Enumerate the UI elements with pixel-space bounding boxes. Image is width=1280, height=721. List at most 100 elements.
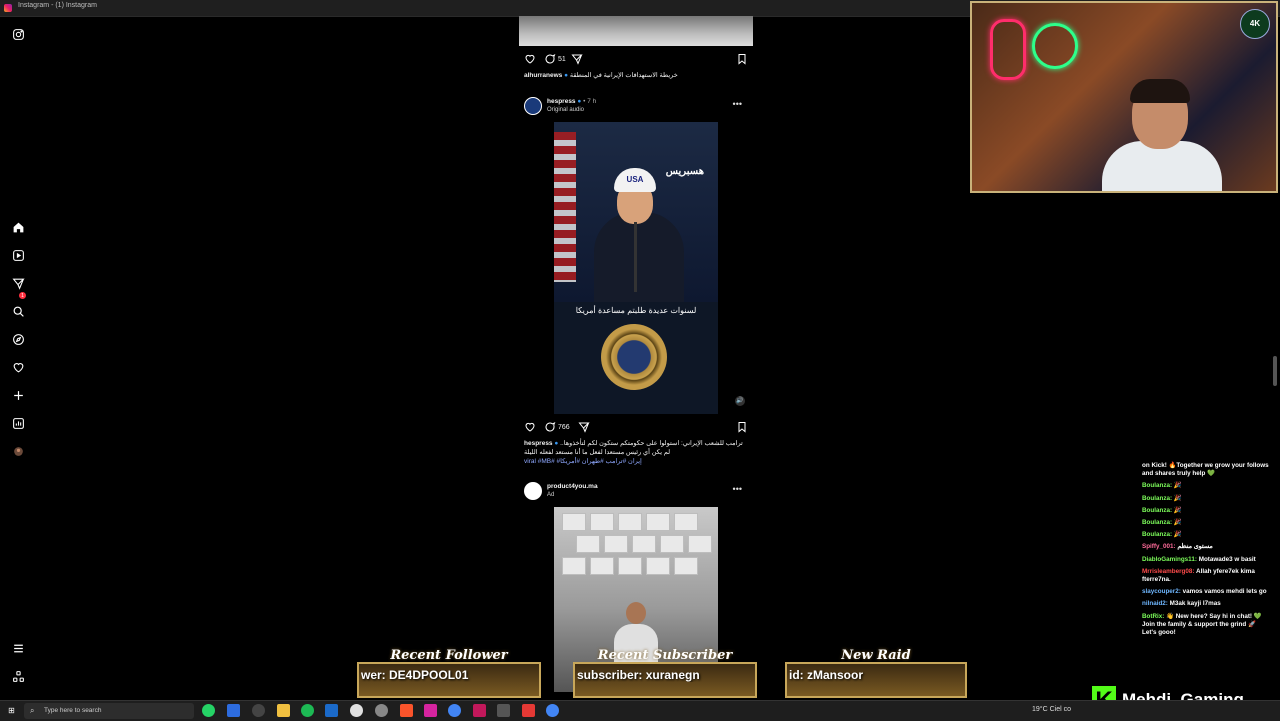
like-icon[interactable] — [524, 420, 536, 434]
comment-icon — [545, 54, 556, 64]
4k-badge: 4K — [1240, 9, 1270, 39]
post-username[interactable]: product4you.ma — [547, 483, 598, 490]
product-box — [618, 513, 642, 531]
mute-icon[interactable]: 🔊 — [735, 396, 745, 406]
messages-icon[interactable] — [10, 275, 26, 291]
comment-button[interactable]: 766 — [544, 420, 570, 434]
instagram-app-icon — [4, 4, 12, 12]
more-options-icon[interactable]: ••• — [733, 99, 742, 109]
also-from-meta-icon[interactable] — [10, 668, 26, 684]
more-options-icon[interactable]: ••• — [733, 484, 742, 494]
instagram-taskbar-icon[interactable] — [424, 704, 437, 717]
chat-message: Boulanza: 🎉 — [1142, 494, 1182, 502]
windows-start-icon[interactable]: ⊞ — [5, 704, 18, 717]
instagram-sidebar: 1 — [0, 16, 36, 692]
chat-message: on Kick! 🔥Together we grow your follows … — [1142, 462, 1269, 478]
post-username[interactable]: hespress ● • 7 h — [547, 98, 596, 105]
instagram-feed: 51 alhurranews ● خريطة الاستهدافات الإير… — [519, 16, 753, 692]
instagram-logo-icon[interactable] — [10, 26, 26, 42]
product-box — [590, 513, 614, 531]
share-icon[interactable] — [578, 420, 590, 434]
product-box — [562, 513, 586, 531]
panel-value: id: zMansoor — [789, 668, 863, 682]
panel-value: subscriber: xuranegn — [577, 668, 700, 682]
chat-message: DiabloGamings11: Motawade3 w basit — [1142, 555, 1256, 563]
product-box — [674, 557, 698, 575]
windows-taskbar: ⊞ ⌕ Type here to search 19°C Ciel co — [0, 700, 1280, 721]
product4you-avatar[interactable] — [524, 482, 542, 500]
dashboard-icon[interactable] — [10, 415, 26, 431]
webcam-overlay: 4K — [970, 1, 1278, 193]
explore-icon[interactable] — [10, 331, 26, 347]
product-box — [688, 535, 712, 553]
panel-value: wer: DE4DPOOL01 — [361, 668, 469, 682]
video-watermark: هسبريس — [665, 166, 704, 177]
product-box — [576, 535, 600, 553]
caption-hashtags[interactable]: viral #MB# #إيران #ترامب #طهران #أمريكا — [524, 458, 642, 465]
chrome-icon[interactable] — [448, 704, 461, 717]
hespress-avatar[interactable] — [524, 97, 542, 115]
brave-icon[interactable] — [400, 704, 413, 717]
home-icon[interactable] — [10, 219, 26, 235]
share-icon[interactable] — [571, 52, 583, 66]
app-icon[interactable] — [522, 704, 535, 717]
reels-icon[interactable] — [10, 247, 26, 263]
panel-title: Recent Follower — [390, 648, 508, 663]
app-icon[interactable] — [497, 704, 510, 717]
video-scene: USA هسبريس — [554, 122, 718, 302]
app-icon[interactable] — [227, 704, 240, 717]
product-box — [590, 557, 614, 575]
post-video[interactable]: USA هسبريس لسنوات عديدة طلبتم مساعدة أمر… — [519, 122, 753, 414]
menu-icon[interactable] — [10, 640, 26, 656]
taskbar-search[interactable]: ⌕ Type here to search — [24, 703, 194, 719]
product-box — [646, 513, 670, 531]
product-box — [646, 557, 670, 575]
chat-message: Boulanza: 🎉 — [1142, 482, 1182, 490]
video-frame: USA هسبريس لسنوات عديدة طلبتم مساعدة أمر… — [554, 122, 718, 414]
comment-count: 51 — [558, 55, 566, 63]
whatsapp-icon[interactable] — [202, 704, 215, 717]
obs-icon[interactable] — [350, 704, 363, 717]
app-icon[interactable] — [473, 704, 486, 717]
comment-icon — [545, 422, 556, 432]
chat-message: Boulanza: 🎉 — [1142, 506, 1182, 514]
messages-badge: 1 — [19, 292, 26, 299]
verified-icon: ● — [554, 440, 559, 447]
product-box — [618, 557, 642, 575]
comment-button[interactable]: 51 — [544, 52, 566, 66]
save-icon[interactable] — [736, 52, 748, 66]
post-audio[interactable]: Original audio — [547, 107, 584, 113]
search-placeholder: Type here to search — [44, 707, 102, 714]
app-icon[interactable] — [252, 704, 265, 717]
steam-icon[interactable] — [325, 704, 338, 717]
stream-chat: on Kick! 🔥Together we grow your follows … — [1142, 462, 1272, 641]
caption-username[interactable]: alhurranews — [524, 72, 562, 79]
weather-widget[interactable]: 19°C Ciel co — [1032, 706, 1071, 713]
save-icon[interactable] — [736, 420, 748, 434]
obs-icon[interactable] — [375, 704, 388, 717]
product-box — [632, 535, 656, 553]
file-explorer-icon[interactable] — [277, 704, 290, 717]
post-media[interactable] — [519, 16, 753, 46]
panel-title: Recent Subscriber — [597, 648, 733, 663]
chat-message: Spiffy_001: مستوى منظم — [1142, 543, 1213, 551]
chat-message: Boulanza: 🎉 — [1142, 531, 1182, 539]
recent-follower-panel: Recent Follower wer: DE4DPOOL01 — [357, 648, 541, 698]
hat-graphic: USA — [614, 168, 656, 192]
chrome-icon[interactable] — [546, 704, 559, 717]
neon-sign — [1032, 23, 1078, 69]
new-raid-panel: New Raid id: zMansoor — [785, 648, 967, 698]
spotify-icon[interactable] — [301, 704, 314, 717]
page-scrollbar[interactable] — [1273, 356, 1277, 386]
presidential-seal — [601, 324, 667, 390]
verified-icon: ● — [564, 72, 569, 79]
product-box — [674, 513, 698, 531]
like-icon[interactable] — [524, 52, 536, 66]
create-icon[interactable] — [10, 387, 26, 403]
verified-icon: ● — [577, 98, 582, 105]
neon-sign — [990, 19, 1026, 80]
notifications-icon[interactable] — [10, 359, 26, 375]
search-icon[interactable] — [10, 303, 26, 319]
profile-avatar[interactable] — [10, 443, 26, 459]
caption-username[interactable]: hespress — [524, 440, 553, 447]
